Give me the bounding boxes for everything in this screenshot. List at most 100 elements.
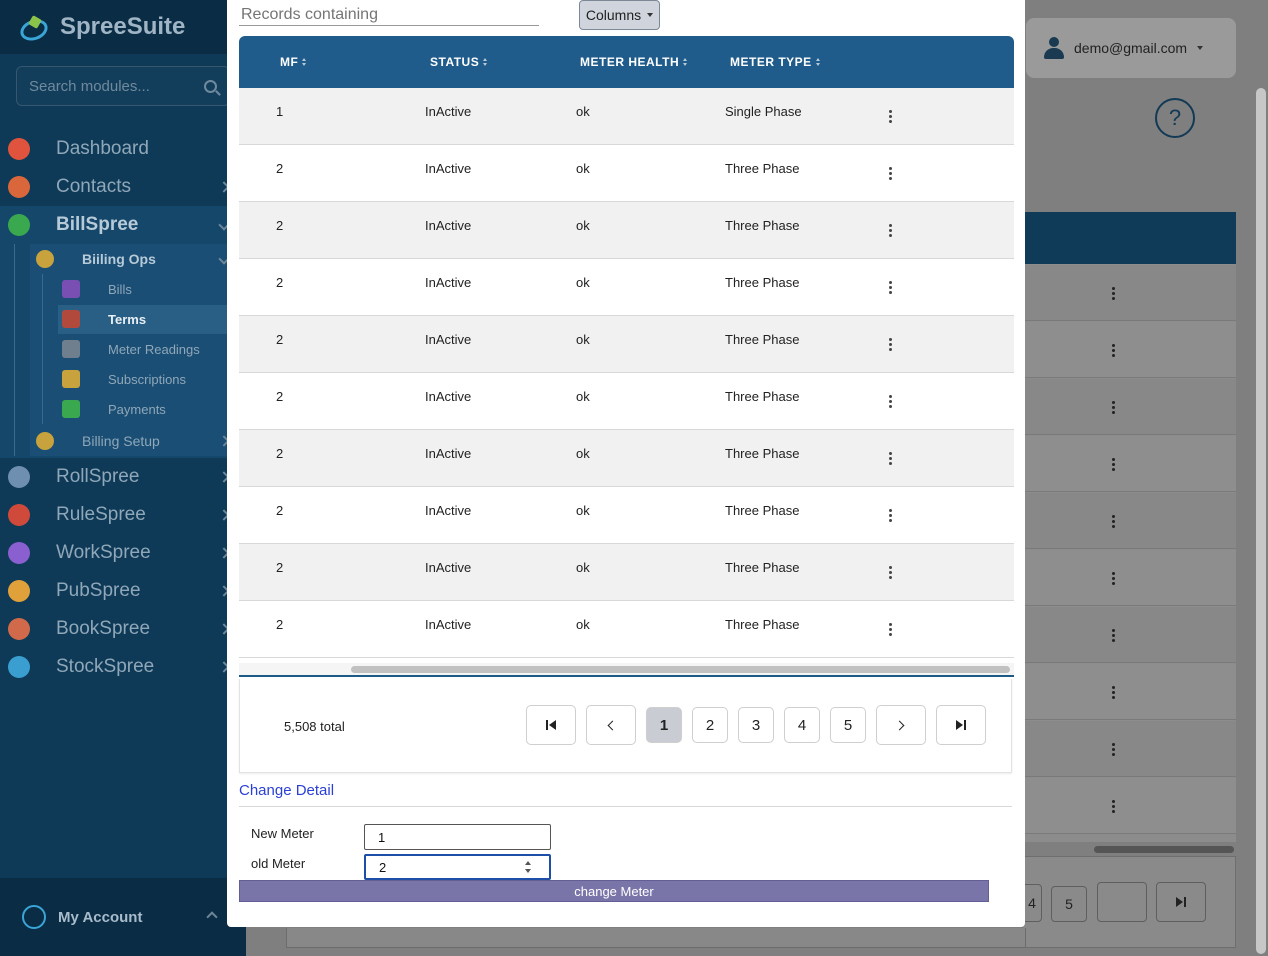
sidebar-item-rollspree[interactable]: RollSpree (0, 458, 246, 496)
old-meter-label: old Meter (251, 856, 306, 871)
row-actions-kebab-icon[interactable] (889, 110, 893, 124)
cell-meter-health: ok (576, 389, 590, 404)
cell-meter-type: Three Phase (725, 218, 800, 233)
sidebar-item-label: RollSpree (56, 466, 140, 487)
background-table-row (1022, 664, 1236, 720)
sidebar-item-terms[interactable]: Terms (0, 304, 246, 334)
column-header-status[interactable]: STATUS (430, 55, 488, 69)
column-header-meter-type[interactable]: METER TYPE (730, 55, 821, 69)
background-horizontal-scrollbar[interactable] (1094, 846, 1234, 853)
table-horizontal-scrollbar[interactable] (239, 663, 1014, 675)
dashboard-icon (8, 138, 30, 160)
table-row[interactable]: 2 InActive ok Three Phase (239, 487, 1014, 544)
sidebar-item-meter-readings[interactable]: Meter Readings (0, 334, 246, 364)
cell-meter-type: Three Phase (725, 332, 800, 347)
sidebar-item-bookspree[interactable]: BookSpree (0, 610, 246, 648)
page-3-button[interactable]: 3 (738, 707, 774, 743)
sidebar-item-pubspree[interactable]: PubSpree (0, 572, 246, 610)
last-page-button[interactable] (936, 705, 986, 745)
row-actions-kebab-icon[interactable] (889, 509, 893, 523)
records-filter-input[interactable] (239, 0, 539, 26)
cell-meter-health: ok (576, 446, 590, 461)
number-stepper-icon[interactable] (523, 860, 535, 874)
row-actions-kebab-icon[interactable] (889, 395, 893, 409)
table-row[interactable]: 2 InActive ok Three Phase (239, 373, 1014, 430)
table-row[interactable]: 2 InActive ok Three Phase (239, 316, 1014, 373)
row-actions-kebab-icon[interactable] (889, 623, 893, 637)
page-scrollbar[interactable] (1256, 88, 1266, 954)
background-next-page-button[interactable] (1097, 882, 1147, 922)
module-search-input[interactable]: Search modules... (16, 66, 230, 106)
sidebar-item-stockspree[interactable]: StockSpree (0, 648, 246, 686)
user-menu[interactable]: demo@gmail.com (1026, 18, 1236, 78)
row-actions-kebab-icon[interactable] (889, 167, 893, 181)
column-header-meter-health[interactable]: METER HEALTH (580, 55, 688, 69)
cell-status: InActive (425, 503, 472, 518)
cell-mf: 2 (276, 332, 284, 347)
sidebar-item-workspree[interactable]: WorkSpree (0, 534, 246, 572)
sidebar-item-dashboard[interactable]: Dashboard (0, 130, 246, 168)
table-row[interactable]: 2 InActive ok Three Phase (239, 601, 1014, 658)
table-row[interactable]: 2 InActive ok Three Phase (239, 544, 1014, 601)
background-row-kebab-icon (1112, 743, 1116, 757)
sidebar-item-contacts[interactable]: Contacts (0, 168, 246, 206)
sidebar-item-rulespree[interactable]: RuleSpree (0, 496, 246, 534)
table-row[interactable]: 2 InActive ok Three Phase (239, 202, 1014, 259)
cell-status: InActive (425, 389, 472, 404)
sidebar-item-biiling-ops[interactable]: Biiling Ops (0, 244, 246, 274)
subscriptions-icon (62, 370, 80, 388)
chevron-left-icon (607, 720, 618, 730)
cell-meter-health: ok (576, 104, 590, 119)
row-actions-kebab-icon[interactable] (889, 338, 893, 352)
sidebar-item-label: Dashboard (56, 138, 149, 159)
background-row-kebab-icon (1112, 800, 1116, 814)
sidebar-item-billing-setup[interactable]: Billing Setup (0, 426, 246, 456)
row-actions-kebab-icon[interactable] (889, 566, 893, 580)
sidebar-item-bills[interactable]: Bills (0, 274, 246, 304)
table-row[interactable]: 2 InActive ok Three Phase (239, 430, 1014, 487)
column-header-mf[interactable]: MF (280, 55, 307, 69)
page-1-button[interactable]: 1 (646, 707, 682, 743)
sidebar-item-label: Terms (108, 311, 147, 327)
columns-button[interactable]: Columns (579, 0, 660, 30)
billing-setup-icon (36, 432, 54, 450)
cell-status: InActive (425, 617, 472, 632)
cell-mf: 2 (276, 446, 284, 461)
table-header: MF STATUS METER HEALTH METER TYPE (239, 36, 1014, 88)
table-row[interactable]: 2 InActive ok Three Phase (239, 259, 1014, 316)
my-account-button[interactable]: My Account (0, 878, 246, 956)
billspree-icon (8, 214, 30, 236)
bills-icon (62, 280, 80, 298)
cell-meter-type: Three Phase (725, 560, 800, 575)
page-5-button[interactable]: 5 (830, 707, 866, 743)
row-actions-kebab-icon[interactable] (889, 452, 893, 466)
new-meter-label: New Meter (251, 826, 314, 841)
row-actions-kebab-icon[interactable] (889, 224, 893, 238)
help-button[interactable]: ? (1155, 98, 1195, 138)
sidebar-item-payments[interactable]: Payments (0, 394, 246, 424)
sort-icon (302, 58, 307, 66)
background-page-5[interactable]: 5 (1051, 886, 1087, 922)
change-meter-button[interactable]: change Meter (239, 880, 989, 902)
background-row-kebab-icon (1112, 287, 1116, 301)
table-row[interactable]: 1 InActive ok Single Phase (239, 88, 1014, 145)
sidebar-item-billspree[interactable]: BillSpree (0, 206, 246, 244)
background-last-page-button[interactable] (1156, 882, 1206, 922)
next-page-button[interactable] (876, 705, 926, 745)
previous-page-button[interactable] (586, 705, 636, 745)
sidebar-item-subscriptions[interactable]: Subscriptions (0, 364, 246, 394)
background-row-kebab-icon (1112, 629, 1116, 643)
brand[interactable]: SpreeSuite (0, 0, 246, 54)
cell-meter-health: ok (576, 332, 590, 347)
page-2-button[interactable]: 2 (692, 707, 728, 743)
first-page-button[interactable] (526, 705, 576, 745)
row-actions-kebab-icon[interactable] (889, 281, 893, 295)
new-meter-input[interactable] (364, 824, 551, 850)
scrollbar-thumb[interactable] (351, 666, 1010, 673)
cell-meter-type: Three Phase (725, 389, 800, 404)
my-account-label: My Account (58, 908, 143, 926)
table-row[interactable]: 2 InActive ok Three Phase (239, 145, 1014, 202)
page-4-button[interactable]: 4 (784, 707, 820, 743)
sidebar-item-label: Bills (108, 281, 132, 297)
background-page-4[interactable]: 4 (1022, 884, 1042, 922)
